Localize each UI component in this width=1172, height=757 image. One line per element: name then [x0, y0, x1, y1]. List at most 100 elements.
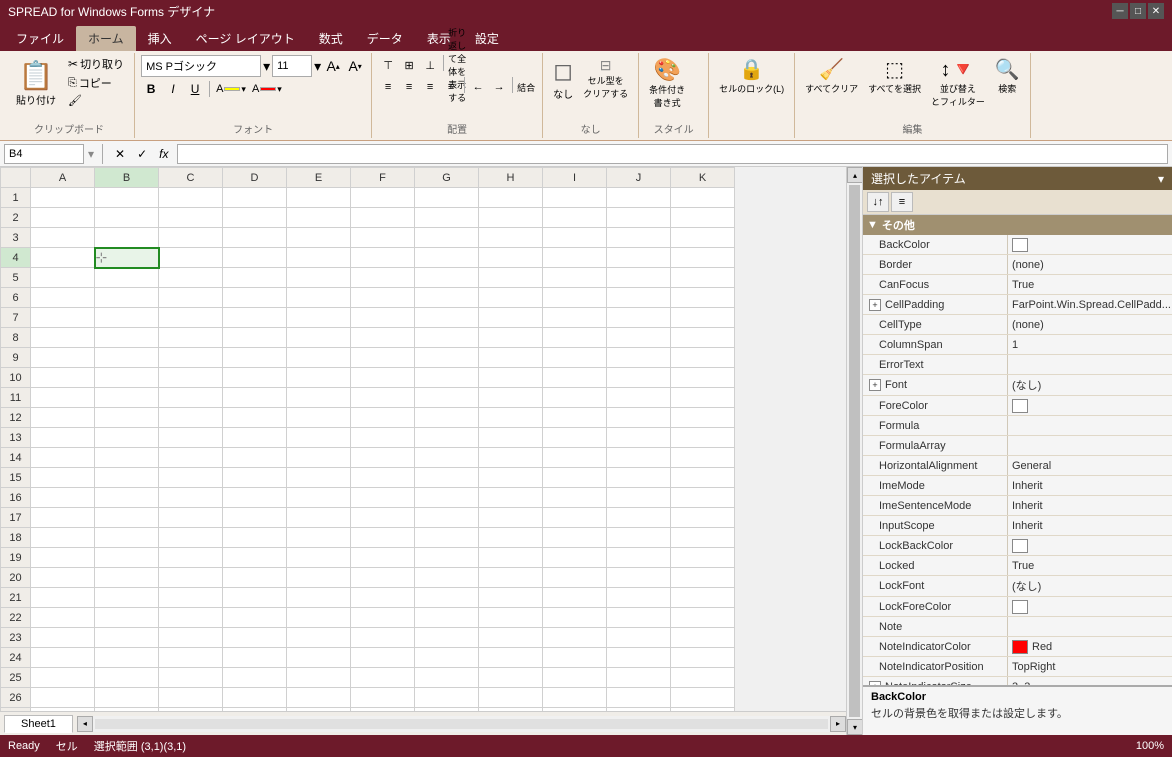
- cell-r5-c9[interactable]: [543, 268, 607, 288]
- prop-row-note[interactable]: Note: [863, 617, 1172, 637]
- cell-r1-c8[interactable]: [479, 188, 543, 208]
- cell-r23-c5[interactable]: [287, 628, 351, 648]
- lock-cells-button[interactable]: 🔒 セルのロック(L): [715, 55, 788, 97]
- cell-r24-c11[interactable]: [671, 648, 735, 668]
- row-header-9[interactable]: 9: [1, 348, 31, 368]
- cell-r25-c2[interactable]: [95, 668, 159, 688]
- cell-r20-c2[interactable]: [95, 568, 159, 588]
- cell-r1-c7[interactable]: [415, 188, 479, 208]
- col-header-F[interactable]: F: [351, 168, 415, 188]
- cell-r8-c7[interactable]: [415, 328, 479, 348]
- tab-settings[interactable]: 設定: [463, 26, 511, 51]
- confirm-formula-button[interactable]: ✓: [133, 147, 151, 161]
- tab-formula[interactable]: 数式: [307, 26, 355, 51]
- cell-r17-c8[interactable]: [479, 508, 543, 528]
- cell-r16-c1[interactable]: [31, 488, 95, 508]
- align-center-button[interactable]: ≡: [399, 77, 419, 97]
- tab-file[interactable]: ファイル: [4, 26, 76, 51]
- cell-r10-c1[interactable]: [31, 368, 95, 388]
- sort-prop-button[interactable]: ↓↑: [867, 192, 889, 212]
- cell-r5-c6[interactable]: [351, 268, 415, 288]
- cell-display-button[interactable]: ◻ なし: [549, 55, 577, 103]
- prop-row-font[interactable]: +Font(なし): [863, 375, 1172, 396]
- cell-r7-c11[interactable]: [671, 308, 735, 328]
- cell-r13-c5[interactable]: [287, 428, 351, 448]
- scroll-thumb[interactable]: [849, 185, 860, 717]
- cell-r23-c8[interactable]: [479, 628, 543, 648]
- prop-row-noteindicatorcolor[interactable]: NoteIndicatorColor Red: [863, 637, 1172, 657]
- cell-r12-c8[interactable]: [479, 408, 543, 428]
- cell-r3-c10[interactable]: [607, 228, 671, 248]
- cell-r3-c8[interactable]: [479, 228, 543, 248]
- cell-r15-c10[interactable]: [607, 468, 671, 488]
- row-header-16[interactable]: 16: [1, 488, 31, 508]
- prop-expand-font[interactable]: +: [869, 379, 881, 391]
- row-header-25[interactable]: 25: [1, 668, 31, 688]
- cell-r12-c1[interactable]: [31, 408, 95, 428]
- cell-r6-c11[interactable]: [671, 288, 735, 308]
- cell-r7-c7[interactable]: [415, 308, 479, 328]
- cell-r1-c4[interactable]: [223, 188, 287, 208]
- conditional-format-button[interactable]: 🎨 条件付き書き式: [645, 55, 689, 111]
- cell-r16-c3[interactable]: [159, 488, 223, 508]
- cell-r1-c9[interactable]: [543, 188, 607, 208]
- cell-r7-c2[interactable]: [95, 308, 159, 328]
- scroll-up-btn[interactable]: ▴: [847, 167, 862, 183]
- cell-r9-c10[interactable]: [607, 348, 671, 368]
- cell-r7-c4[interactable]: [223, 308, 287, 328]
- cell-r27-c4[interactable]: [223, 708, 287, 712]
- cell-r10-c8[interactable]: [479, 368, 543, 388]
- align-justify-button[interactable]: ≡: [441, 77, 461, 97]
- cell-r20-c4[interactable]: [223, 568, 287, 588]
- cell-r15-c11[interactable]: [671, 468, 735, 488]
- row-header-13[interactable]: 13: [1, 428, 31, 448]
- row-header-10[interactable]: 10: [1, 368, 31, 388]
- cell-r2-c10[interactable]: [607, 208, 671, 228]
- row-header-7[interactable]: 7: [1, 308, 31, 328]
- cell-r4-c2[interactable]: ⊹: [95, 248, 159, 268]
- cell-r20-c9[interactable]: [543, 568, 607, 588]
- cell-r10-c9[interactable]: [543, 368, 607, 388]
- cell-r15-c1[interactable]: [31, 468, 95, 488]
- cell-r5-c3[interactable]: [159, 268, 223, 288]
- align-middle-button[interactable]: ⊞: [399, 55, 419, 75]
- cell-r25-c5[interactable]: [287, 668, 351, 688]
- find-button[interactable]: 🔍 検索: [991, 55, 1024, 97]
- cell-r23-c10[interactable]: [607, 628, 671, 648]
- cell-r25-c9[interactable]: [543, 668, 607, 688]
- cell-r16-c11[interactable]: [671, 488, 735, 508]
- cell-r17-c4[interactable]: [223, 508, 287, 528]
- cell-r20-c10[interactable]: [607, 568, 671, 588]
- cell-r13-c6[interactable]: [351, 428, 415, 448]
- cell-r2-c3[interactable]: [159, 208, 223, 228]
- cell-r9-c9[interactable]: [543, 348, 607, 368]
- cell-r21-c6[interactable]: [351, 588, 415, 608]
- prop-row-lockbackcolor[interactable]: LockBackColor: [863, 536, 1172, 556]
- cell-r14-c2[interactable]: [95, 448, 159, 468]
- cell-r4-c8[interactable]: [479, 248, 543, 268]
- col-header-E[interactable]: E: [287, 168, 351, 188]
- col-header-I[interactable]: I: [543, 168, 607, 188]
- cell-r11-c8[interactable]: [479, 388, 543, 408]
- cell-r5-c10[interactable]: [607, 268, 671, 288]
- cell-r24-c8[interactable]: [479, 648, 543, 668]
- cell-r22-c11[interactable]: [671, 608, 735, 628]
- cell-r2-c5[interactable]: [287, 208, 351, 228]
- cell-r13-c7[interactable]: [415, 428, 479, 448]
- cell-r26-c5[interactable]: [287, 688, 351, 708]
- cell-r18-c3[interactable]: [159, 528, 223, 548]
- cell-r8-c4[interactable]: [223, 328, 287, 348]
- cell-r19-c7[interactable]: [415, 548, 479, 568]
- prop-row-cellpadding[interactable]: +CellPaddingFarPoint.Win.Spread.CellPadd…: [863, 295, 1172, 315]
- align-top-button[interactable]: ⊤: [378, 55, 398, 75]
- cell-r10-c7[interactable]: [415, 368, 479, 388]
- cell-r12-c4[interactable]: [223, 408, 287, 428]
- cell-r26-c9[interactable]: [543, 688, 607, 708]
- cell-r10-c3[interactable]: [159, 368, 223, 388]
- cell-r15-c3[interactable]: [159, 468, 223, 488]
- cell-r8-c8[interactable]: [479, 328, 543, 348]
- prop-row-locked[interactable]: LockedTrue: [863, 556, 1172, 576]
- prop-row-backcolor[interactable]: BackColor: [863, 235, 1172, 255]
- cell-r3-c9[interactable]: [543, 228, 607, 248]
- cell-r12-c3[interactable]: [159, 408, 223, 428]
